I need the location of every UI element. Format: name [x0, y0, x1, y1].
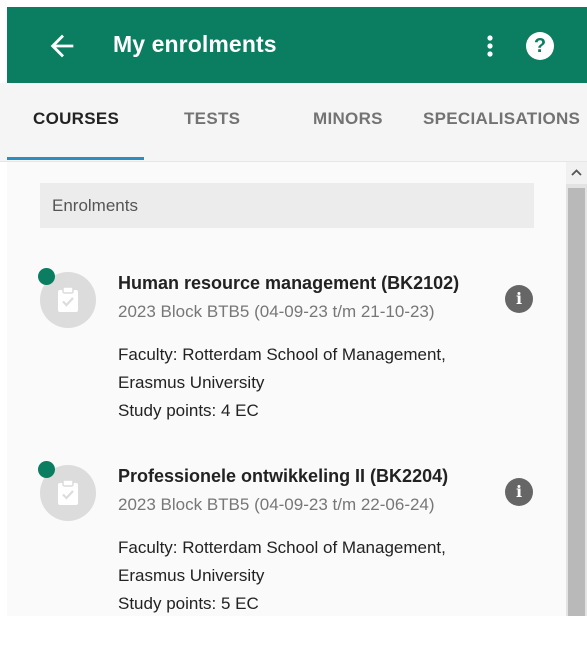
- status-indicator: [38, 268, 55, 285]
- tab-tests[interactable]: TESTS: [184, 109, 240, 129]
- chevron-up-icon: [571, 169, 582, 176]
- clipboard-check-icon: [58, 479, 78, 505]
- help-button[interactable]: ?: [526, 32, 554, 60]
- section-header: Enrolments: [40, 183, 534, 228]
- app-header: My enrolments ?: [7, 7, 587, 83]
- info-button[interactable]: i: [505, 478, 533, 506]
- help-icon: ?: [533, 35, 547, 57]
- study-points: Study points: 5 EC: [118, 594, 259, 613]
- scroll-up-button[interactable]: [566, 162, 587, 184]
- info-icon: i: [515, 289, 523, 308]
- study-points: Study points: 4 EC: [118, 401, 259, 420]
- scrollbar-thumb[interactable]: [568, 188, 585, 616]
- course-title: Human resource management (BK2102): [118, 273, 460, 293]
- course-period: 2023 Block BTB5 (04-09-23 t/m 21-10-23): [118, 302, 435, 321]
- faculty-text-cont: Erasmus University: [118, 373, 265, 392]
- tab-bar: COURSES TESTS MINORS SPECIALISATIONS: [0, 83, 587, 162]
- status-indicator: [38, 461, 55, 478]
- info-button[interactable]: i: [505, 285, 533, 313]
- faculty-text: Faculty: Rotterdam School of Management,: [118, 345, 446, 364]
- list-item[interactable]: Professionele ontwikkeling II (BK2204) 2…: [7, 461, 566, 655]
- scrollbar[interactable]: [566, 162, 587, 616]
- course-title: Professionele ontwikkeling II (BK2204): [118, 466, 449, 486]
- tab-minors[interactable]: MINORS: [313, 109, 383, 129]
- active-tab-indicator: [7, 157, 144, 160]
- more-vertical-icon: [487, 35, 493, 57]
- arrow-left-icon: [50, 34, 74, 58]
- page-title: My enrolments: [113, 31, 277, 57]
- info-icon: i: [515, 482, 523, 501]
- clipboard-check-icon: [58, 286, 78, 312]
- faculty-text-cont: Erasmus University: [118, 566, 265, 585]
- list-item[interactable]: Human resource management (BK2102) 2023 …: [7, 268, 566, 462]
- tab-specialisations[interactable]: SPECIALISATIONS: [423, 109, 580, 129]
- faculty-text: Faculty: Rotterdam School of Management,: [118, 538, 446, 557]
- back-button[interactable]: [45, 29, 79, 63]
- tab-courses[interactable]: COURSES: [33, 109, 119, 129]
- course-period: 2023 Block BTB5 (04-09-23 t/m 22-06-24): [118, 495, 435, 514]
- enrolments-list: Enrolments Human resource management (BK…: [7, 162, 566, 616]
- more-options-button[interactable]: [477, 29, 503, 63]
